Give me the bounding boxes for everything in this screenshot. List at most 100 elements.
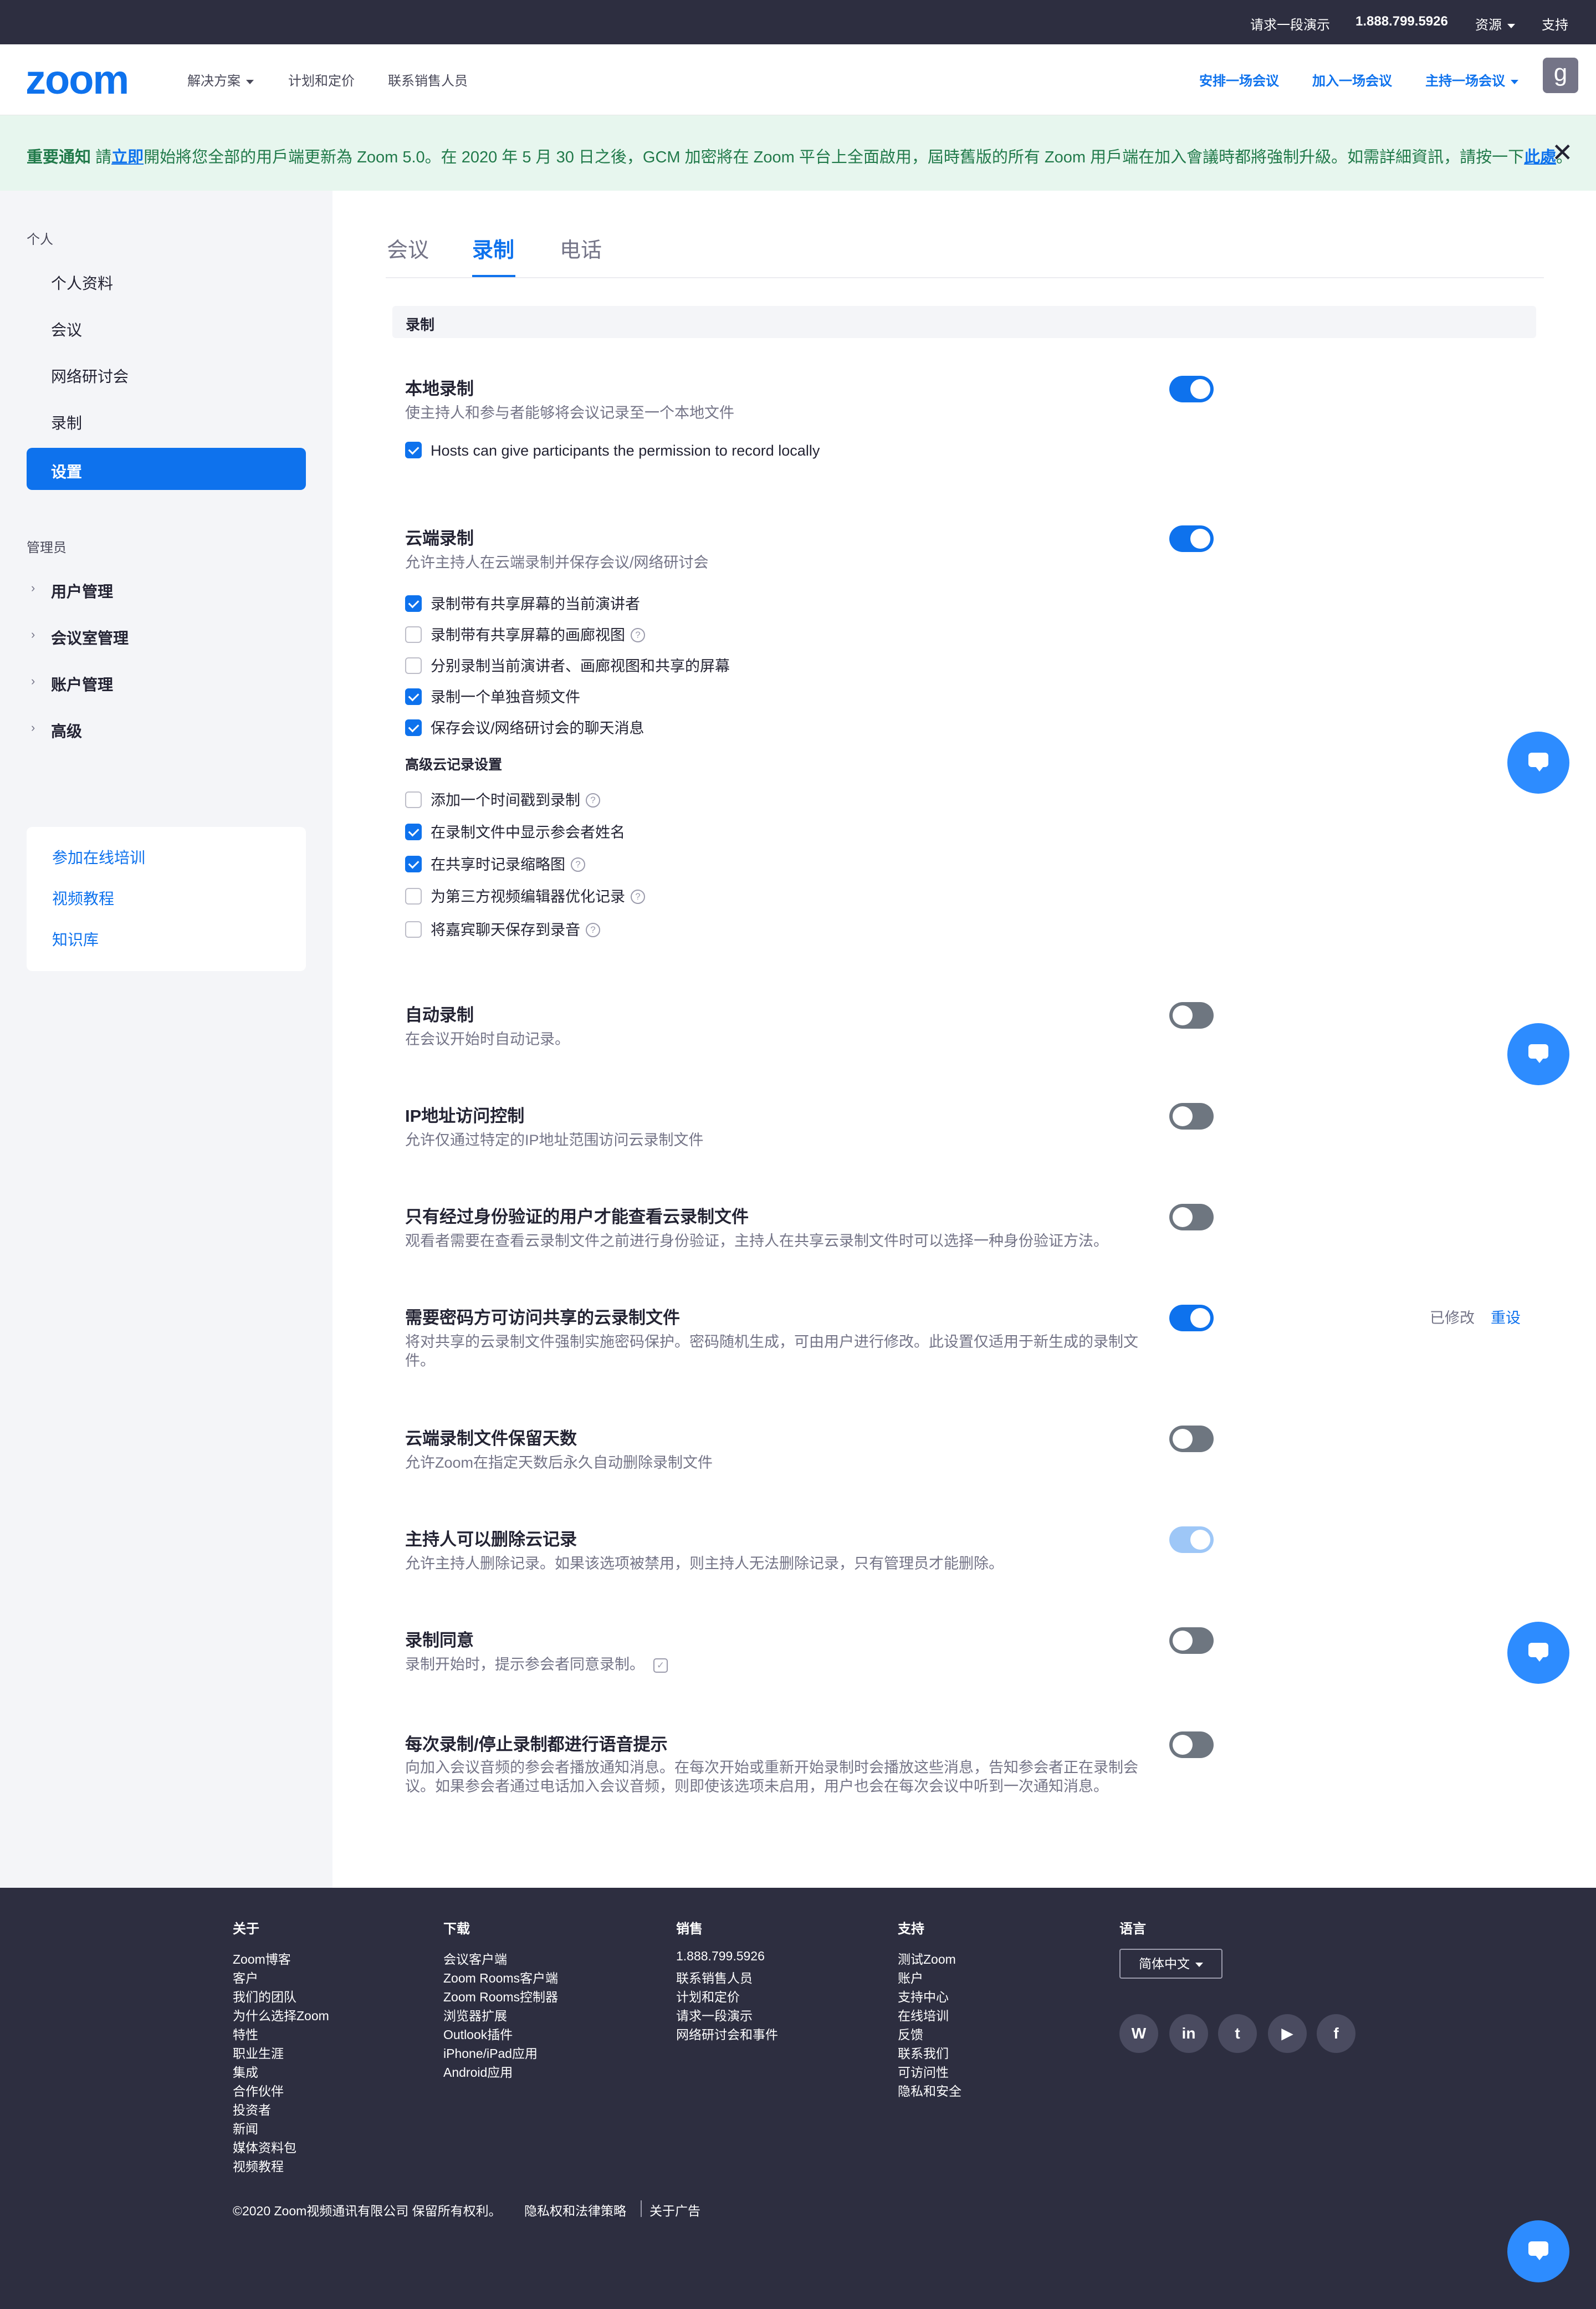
help-icon[interactable]: ? bbox=[631, 889, 645, 904]
checkbox-participant-names[interactable]: 在录制文件中显示参会者姓名 bbox=[405, 820, 625, 842]
sidebar-item-profile[interactable]: 个人资料 bbox=[51, 272, 113, 294]
ads-link[interactable]: 关于广告 bbox=[649, 2200, 700, 2219]
footer-link[interactable]: 我们的团队 bbox=[233, 1986, 296, 2005]
footer-link[interactable]: 视频教程 bbox=[233, 2156, 284, 2175]
footer-link[interactable]: 职业生涯 bbox=[233, 2043, 284, 2062]
toggle-auth-view[interactable] bbox=[1169, 1204, 1214, 1230]
toggle-cloud-recording[interactable] bbox=[1169, 525, 1214, 552]
checkbox-thumbnails[interactable]: 在共享时记录缩略图? bbox=[405, 852, 585, 874]
contact-sales-link[interactable]: 联系销售人员 bbox=[388, 70, 468, 89]
footer-link[interactable]: 客户 bbox=[233, 1968, 258, 1986]
checkbox-timestamp[interactable]: 添加一个时间戳到录制? bbox=[405, 788, 600, 810]
help-icon[interactable]: ? bbox=[571, 857, 585, 872]
footer-link[interactable]: Zoom Rooms客户端 bbox=[443, 1968, 558, 1986]
footer-link[interactable]: 媒体资料包 bbox=[233, 2137, 296, 2156]
toggle-voice-prompt[interactable] bbox=[1169, 1731, 1214, 1758]
footer-link[interactable]: 为什么选择Zoom bbox=[233, 2005, 329, 2024]
chat-icon[interactable] bbox=[1507, 1622, 1569, 1684]
chat-icon[interactable] bbox=[1507, 732, 1569, 794]
checkbox-gallery-view[interactable]: 录制带有共享屏幕的画廊视图? bbox=[405, 623, 645, 645]
footer-link[interactable]: 联系我们 bbox=[898, 2043, 949, 2062]
checkmark-icon[interactable]: ✓ bbox=[653, 1658, 668, 1673]
toggle-local-recording[interactable] bbox=[1169, 376, 1214, 402]
help-icon[interactable]: ? bbox=[631, 627, 645, 642]
resources-menu[interactable]: 资源 bbox=[1475, 14, 1515, 33]
help-icon[interactable]: ? bbox=[586, 922, 600, 937]
join-meeting-link[interactable]: 加入一场会议 bbox=[1312, 70, 1392, 89]
footer-link[interactable]: 会议客户端 bbox=[443, 1949, 507, 1968]
facebook-icon[interactable]: f bbox=[1317, 2014, 1355, 2053]
footer-link[interactable]: 网络研讨会和事件 bbox=[676, 2024, 778, 2043]
toggle-auto-recording[interactable] bbox=[1169, 1002, 1214, 1029]
footer-link[interactable]: 在线培训 bbox=[898, 2005, 949, 2024]
toggle-host-delete[interactable] bbox=[1169, 1526, 1214, 1553]
footer-link[interactable]: iPhone/iPad应用 bbox=[443, 2043, 538, 2062]
sidebar-item-webinars[interactable]: 网络研讨会 bbox=[51, 365, 129, 387]
sidebar-item-meetings[interactable]: 会议 bbox=[51, 318, 82, 340]
solutions-menu[interactable]: 解决方案 bbox=[187, 70, 254, 89]
sidebar-item-advanced[interactable]: 高级 bbox=[51, 719, 82, 742]
toggle-retention[interactable] bbox=[1169, 1426, 1214, 1452]
footer-link[interactable]: 隐私和安全 bbox=[898, 2081, 961, 2099]
footer-link[interactable]: Outlook插件 bbox=[443, 2024, 513, 2043]
sidebar-item-user-management[interactable]: 用户管理 bbox=[51, 580, 113, 602]
toggle-consent[interactable] bbox=[1169, 1627, 1214, 1654]
video-tutorials-link[interactable]: 视频教程 bbox=[52, 887, 114, 909]
footer-link[interactable]: 账户 bbox=[898, 1968, 923, 1986]
online-training-link[interactable]: 参加在线培训 bbox=[52, 846, 145, 868]
checkbox-active-speaker[interactable]: 录制带有共享屏幕的当前演讲者 bbox=[405, 592, 640, 614]
help-icon[interactable]: ? bbox=[586, 793, 600, 808]
checkbox-audio-only[interactable]: 录制一个单独音频文件 bbox=[405, 685, 580, 707]
sidebar-item-room-management[interactable]: 会议室管理 bbox=[51, 626, 129, 648]
sidebar-item-account-management[interactable]: 账户管理 bbox=[51, 673, 113, 695]
checkbox-guest-chat[interactable]: 将嘉宾聊天保存到录音? bbox=[405, 918, 600, 939]
footer-link[interactable]: 合作伙伴 bbox=[233, 2081, 284, 2099]
host-meeting-menu[interactable]: 主持一场会议 bbox=[1425, 70, 1518, 89]
plans-pricing-link[interactable]: 计划和定价 bbox=[288, 70, 355, 89]
sidebar-item-recordings[interactable]: 录制 bbox=[51, 411, 82, 433]
zoom-logo[interactable]: zoom bbox=[25, 59, 129, 100]
avatar[interactable]: g bbox=[1543, 58, 1578, 93]
footer-link[interactable]: 特性 bbox=[233, 2024, 258, 2043]
footer-link[interactable]: 集成 bbox=[233, 2062, 258, 2081]
schedule-meeting-link[interactable]: 安排一场会议 bbox=[1199, 70, 1279, 89]
close-icon[interactable]: ✕ bbox=[1552, 140, 1573, 165]
footer-link[interactable]: Zoom Rooms控制器 bbox=[443, 1986, 558, 2005]
language-select[interactable]: 简体中文 bbox=[1119, 1949, 1222, 1979]
footer-link[interactable]: 联系销售人员 bbox=[676, 1968, 753, 1986]
footer-link[interactable]: 可访问性 bbox=[898, 2062, 949, 2081]
footer-link[interactable]: 测试Zoom bbox=[898, 1949, 956, 1968]
chat-icon[interactable] bbox=[1507, 2220, 1569, 2282]
footer-link[interactable]: 支持中心 bbox=[898, 1986, 949, 2005]
checkbox-separate-record[interactable]: 分别录制当前演讲者、画廊视图和共享的屏幕 bbox=[405, 654, 730, 676]
footer-link[interactable]: 浏览器扩展 bbox=[443, 2005, 507, 2024]
footer-link[interactable]: 1.888.799.5926 bbox=[676, 1949, 765, 1964]
footer-link[interactable]: 投资者 bbox=[233, 2099, 271, 2118]
footer-link[interactable]: 反馈 bbox=[898, 2024, 923, 2043]
toggle-ip-access[interactable] bbox=[1169, 1103, 1214, 1130]
footer-link[interactable]: 计划和定价 bbox=[676, 1986, 740, 2005]
toggle-password[interactable] bbox=[1169, 1305, 1214, 1331]
knowledge-base-link[interactable]: 知识库 bbox=[52, 928, 99, 950]
phone-number[interactable]: 1.888.799.5926 bbox=[1355, 14, 1448, 29]
footer-link[interactable]: 请求一段演示 bbox=[676, 2005, 753, 2024]
sidebar-item-settings[interactable]: 设置 bbox=[27, 448, 306, 490]
request-demo-link[interactable]: 请求一段演示 bbox=[1250, 14, 1330, 33]
checkbox-save-chat[interactable]: 保存会议/网络研讨会的聊天消息 bbox=[405, 716, 644, 738]
tab-meetings[interactable]: 会议 bbox=[387, 233, 429, 263]
checkbox-third-party-editor[interactable]: 为第三方视频编辑器优化记录? bbox=[405, 885, 645, 906]
privacy-link[interactable]: 隐私权和法律策略 bbox=[524, 2200, 626, 2219]
twitter-icon[interactable]: t bbox=[1218, 2014, 1257, 2053]
reset-link[interactable]: 重设 bbox=[1491, 1306, 1521, 1327]
footer-link[interactable]: Android应用 bbox=[443, 2062, 513, 2081]
support-link[interactable]: 支持 bbox=[1542, 14, 1568, 33]
youtube-icon[interactable]: ▶ bbox=[1268, 2014, 1307, 2053]
checkbox-local-permission[interactable]: Hosts can give participants the permissi… bbox=[405, 441, 820, 460]
tab-telephone[interactable]: 电话 bbox=[560, 233, 602, 263]
chat-icon[interactable] bbox=[1507, 1023, 1569, 1085]
footer-link[interactable]: Zoom博客 bbox=[233, 1949, 291, 1968]
linkedin-icon[interactable]: in bbox=[1169, 2014, 1208, 2053]
notice-update-link[interactable]: 立即 bbox=[111, 149, 144, 166]
tab-recording[interactable]: 录制 bbox=[472, 233, 514, 263]
footer-link[interactable]: 新闻 bbox=[233, 2118, 258, 2137]
